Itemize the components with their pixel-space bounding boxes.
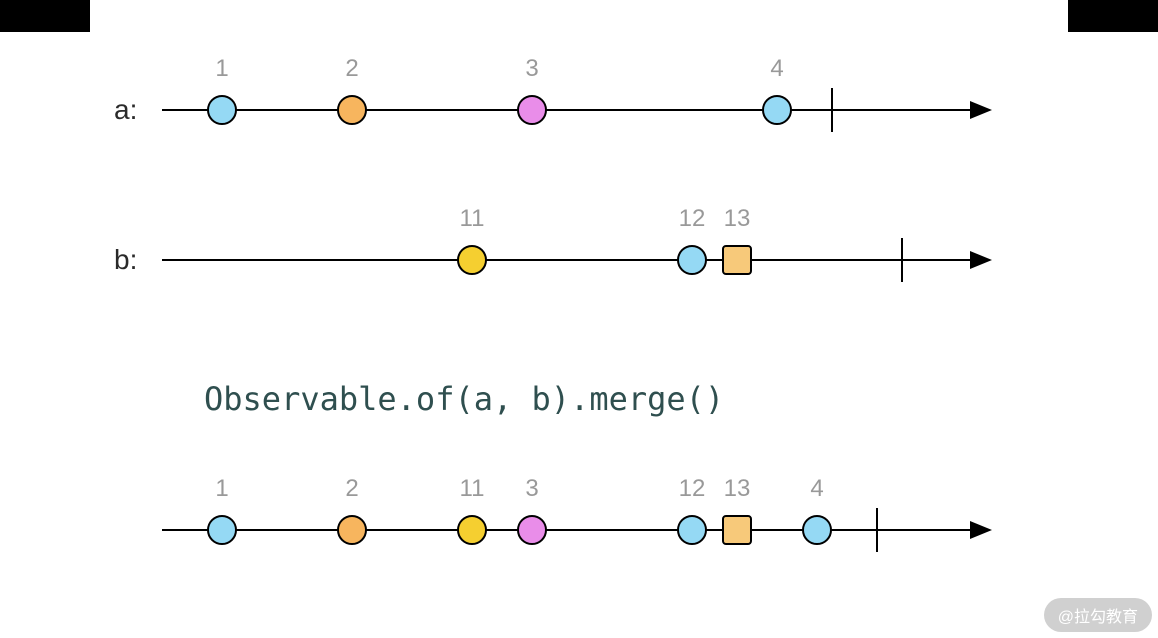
marble-result-2: 2 xyxy=(337,515,367,545)
marble-label: 13 xyxy=(724,475,751,503)
timeline-line xyxy=(162,259,972,261)
marble-result-13: 13 xyxy=(722,515,752,545)
marble-b-13: 13 xyxy=(722,245,752,275)
complete-marker xyxy=(901,238,903,282)
arrow-icon xyxy=(970,521,992,539)
timeline-result: 1211312134 xyxy=(162,500,992,560)
marble-label: 3 xyxy=(525,55,538,83)
timeline-b: b:111213 xyxy=(162,230,992,290)
marble-diagram: a:1234b:1112131211312134 xyxy=(0,0,1158,638)
marble-a-3: 3 xyxy=(517,95,547,125)
timeline-line xyxy=(162,109,972,111)
marble-b-11: 11 xyxy=(457,245,487,275)
arrow-icon xyxy=(970,101,992,119)
watermark-badge: @拉勾教育 xyxy=(1044,598,1152,632)
operator-text: Observable.of(a, b).merge() xyxy=(204,380,724,418)
marble-result-1: 1 xyxy=(207,515,237,545)
marble-label: 12 xyxy=(679,205,706,233)
arrow-icon xyxy=(970,251,992,269)
marble-label: 4 xyxy=(810,475,823,503)
marble-label: 1 xyxy=(215,55,228,83)
marble-result-3: 3 xyxy=(517,515,547,545)
complete-marker xyxy=(831,88,833,132)
marble-label: 11 xyxy=(460,205,485,233)
marble-result-11: 11 xyxy=(457,515,487,545)
marble-a-1: 1 xyxy=(207,95,237,125)
marble-result-4: 4 xyxy=(802,515,832,545)
timeline-line xyxy=(162,529,972,531)
marble-label: 2 xyxy=(345,55,358,83)
timeline-label-a: a: xyxy=(114,94,137,126)
marble-label: 12 xyxy=(679,475,706,503)
marble-b-12: 12 xyxy=(677,245,707,275)
complete-marker xyxy=(876,508,878,552)
marble-label: 2 xyxy=(345,475,358,503)
marble-label: 13 xyxy=(724,205,751,233)
marble-a-2: 2 xyxy=(337,95,367,125)
timeline-label-b: b: xyxy=(114,244,137,276)
marble-result-12: 12 xyxy=(677,515,707,545)
marble-label: 4 xyxy=(770,55,783,83)
timeline-a: a:1234 xyxy=(162,80,992,140)
marble-label: 1 xyxy=(215,475,228,503)
marble-label: 11 xyxy=(460,475,485,503)
marble-a-4: 4 xyxy=(762,95,792,125)
marble-label: 3 xyxy=(525,475,538,503)
